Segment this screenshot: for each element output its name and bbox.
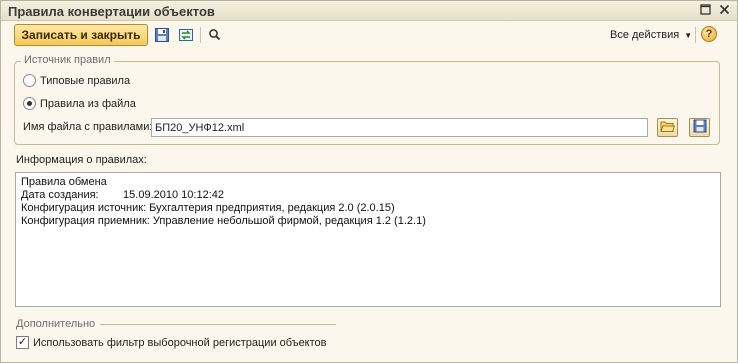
radio-rules-from-file[interactable]: Правила из файла: [23, 97, 136, 110]
additional-section-divider: [100, 324, 336, 325]
info-line: Дата создания: 15.09.2010 10:12:42: [21, 189, 224, 201]
command-bar: Записать и закрыть Все действия ▼ ?: [1, 22, 737, 48]
info-line: Правила обмена: [21, 176, 107, 188]
info-line: Конфигурация приемник: Управление неболь…: [21, 215, 426, 227]
rules-info-label: Информация о правилах:: [16, 154, 147, 166]
select-file-button[interactable]: [657, 118, 678, 137]
chevron-down-icon: ▼: [684, 31, 693, 40]
radio-standard-rules[interactable]: Типовые правила: [23, 74, 130, 87]
toolbar-separator: [695, 27, 696, 43]
all-actions-label: Все действия: [610, 29, 680, 41]
window-title: Правила конвертации объектов: [8, 4, 215, 19]
title-bar: Правила конвертации объектов: [1, 1, 737, 21]
additional-section-legend: Дополнительно: [16, 318, 96, 330]
all-actions-menu[interactable]: Все действия ▼: [610, 29, 692, 41]
radio-button[interactable]: [23, 74, 36, 87]
conversion-rules-window: Правила конвертации объектов Записать и …: [0, 0, 738, 363]
save-file-icon: [693, 119, 707, 136]
maximize-icon[interactable]: [698, 4, 712, 18]
rules-file-label: Имя файла с правилами:: [23, 121, 153, 133]
save-rules-file-button[interactable]: [689, 118, 710, 137]
registration-filter-option[interactable]: ✓ Использовать фильтр выборочной регистр…: [16, 336, 327, 349]
radio-button-selected[interactable]: [23, 97, 36, 110]
floppy-disk-icon[interactable]: [154, 27, 170, 43]
search-icon[interactable]: [207, 27, 223, 43]
rules-info-textarea[interactable]: Правила обмена Дата создания: 15.09.2010…: [15, 172, 721, 307]
info-line: Конфигурация источник: Бухгалтерия предп…: [21, 202, 395, 214]
registration-filter-checkbox[interactable]: ✓: [16, 336, 29, 349]
rules-file-input[interactable]: [151, 118, 648, 137]
registration-filter-label: Использовать фильтр выборочной регистрац…: [33, 336, 327, 349]
save-and-close-button[interactable]: Записать и закрыть: [14, 24, 148, 46]
refresh-icon[interactable]: [178, 27, 194, 43]
rules-source-legend: Источник правил: [21, 54, 114, 66]
toolbar-separator: [200, 27, 201, 43]
close-icon[interactable]: [717, 4, 731, 18]
help-icon[interactable]: ?: [701, 26, 717, 42]
radio-rules-from-file-label: Правила из файла: [40, 97, 136, 110]
radio-standard-rules-label: Типовые правила: [40, 74, 131, 87]
folder-open-icon: [660, 120, 676, 136]
